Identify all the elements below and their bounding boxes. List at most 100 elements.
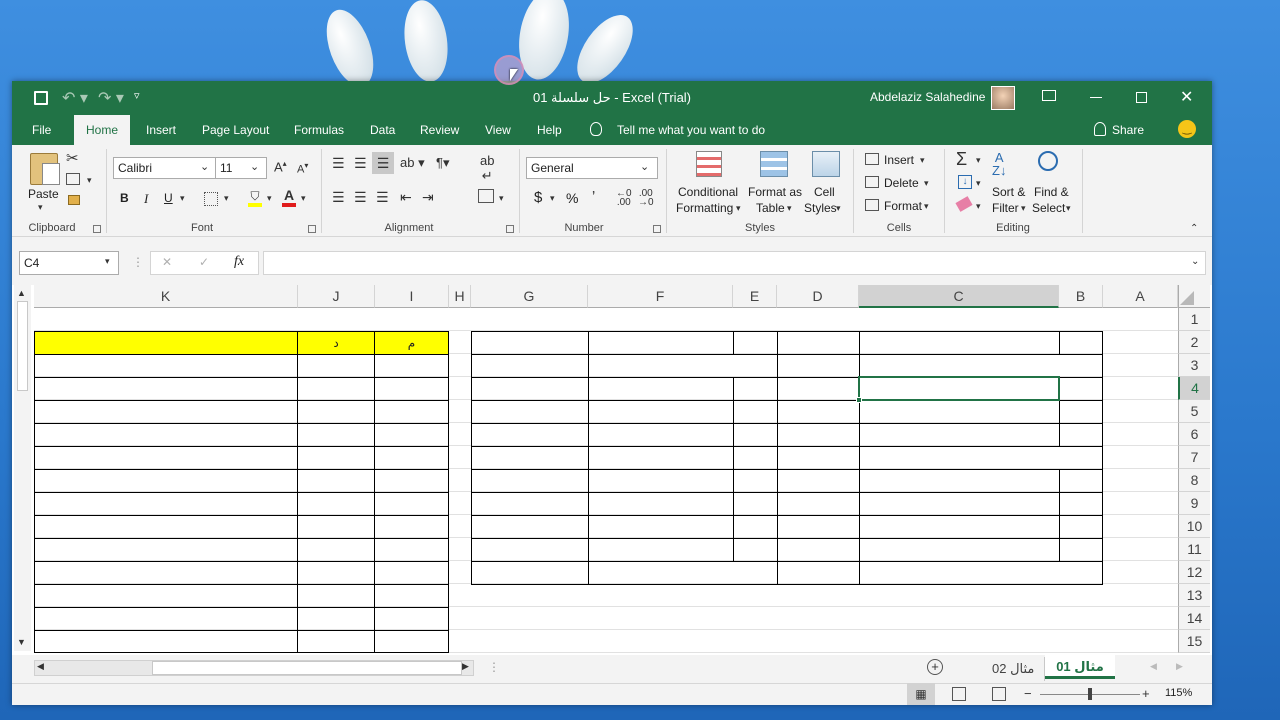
align-top-icon[interactable]: ☰ bbox=[332, 155, 345, 172]
row-header[interactable]: 12 bbox=[1178, 561, 1210, 584]
cell-i2[interactable]: م bbox=[375, 332, 448, 354]
increase-decimal-icon[interactable]: ←0.00 bbox=[616, 189, 632, 208]
column-header-k[interactable]: K bbox=[34, 285, 298, 308]
insert-dropdown-icon[interactable]: ▾ bbox=[920, 155, 925, 166]
fill-color-dropdown-icon[interactable]: ▾ bbox=[267, 193, 272, 204]
column-header-b[interactable]: B bbox=[1059, 285, 1103, 308]
tab-file[interactable]: File bbox=[32, 115, 51, 145]
find-select-dropdown-icon[interactable]: ▾ bbox=[1066, 203, 1071, 214]
font-color-dropdown-icon[interactable]: ▾ bbox=[301, 193, 306, 204]
align-middle-icon[interactable]: ☰ bbox=[354, 155, 367, 172]
maximize-icon[interactable] bbox=[1136, 92, 1147, 103]
underline-dropdown-icon[interactable]: ▾ bbox=[180, 193, 185, 204]
merge-center-icon[interactable] bbox=[478, 189, 494, 203]
expand-formula-icon[interactable]: ⌄ bbox=[1191, 256, 1199, 267]
chevron-down-icon[interactable]: ⌄ bbox=[250, 160, 259, 173]
undo-icon[interactable]: ↶ ▾ bbox=[62, 88, 88, 108]
scroll-up-icon[interactable]: ▲ bbox=[17, 288, 26, 298]
horizontal-scroll-thumb[interactable] bbox=[152, 661, 462, 675]
align-left-icon[interactable]: ☰ bbox=[332, 189, 345, 206]
share-button[interactable]: Share bbox=[1112, 115, 1144, 145]
scroll-right-icon[interactable]: ▶ bbox=[462, 661, 469, 672]
tab-formulas[interactable]: Formulas bbox=[294, 115, 344, 145]
align-right-icon[interactable]: ☰ bbox=[376, 189, 389, 206]
align-bottom-icon[interactable]: ☰ bbox=[372, 152, 394, 174]
tab-home[interactable]: Home bbox=[74, 115, 131, 145]
currency-dropdown-icon[interactable]: ▾ bbox=[550, 193, 555, 204]
normal-view-icon[interactable]: ▦ bbox=[907, 683, 935, 705]
clear-dropdown-icon[interactable]: ▾ bbox=[976, 201, 981, 212]
autosum-icon[interactable]: Σ bbox=[956, 149, 967, 170]
format-painter-icon[interactable] bbox=[68, 195, 80, 205]
font-launcher-icon[interactable] bbox=[308, 225, 316, 233]
italic-button[interactable]: I bbox=[144, 191, 148, 207]
column-header-j[interactable]: J bbox=[298, 285, 375, 308]
enter-icon[interactable]: ✓ bbox=[199, 255, 209, 269]
page-break-view-icon[interactable] bbox=[992, 687, 1006, 701]
format-as-table-label2[interactable]: Table bbox=[756, 201, 785, 215]
find-select-icon[interactable] bbox=[1038, 151, 1058, 171]
cut-icon[interactable]: ✂ bbox=[66, 149, 79, 167]
percent-button[interactable]: % bbox=[566, 190, 578, 206]
format-cells-button[interactable]: Format bbox=[884, 199, 922, 213]
currency-button[interactable]: $ bbox=[534, 189, 542, 206]
row-header[interactable]: 1 bbox=[1178, 308, 1210, 331]
bold-button[interactable]: B bbox=[120, 191, 129, 205]
zoom-slider-thumb[interactable] bbox=[1088, 688, 1092, 700]
paste-dropdown-icon[interactable]: ▾ bbox=[38, 202, 43, 213]
smiley-icon[interactable]: ‿ bbox=[1178, 120, 1196, 138]
align-center-icon[interactable]: ☰ bbox=[354, 189, 367, 206]
fill-handle[interactable] bbox=[856, 397, 862, 403]
sheet-nav-left-icon[interactable]: ◀ bbox=[1150, 661, 1157, 672]
column-header-c[interactable]: C bbox=[859, 285, 1059, 308]
decrease-decimal-icon[interactable]: .00 →0 bbox=[638, 189, 654, 208]
format-dropdown-icon[interactable]: ▾ bbox=[924, 201, 929, 212]
number-format-select[interactable]: General bbox=[526, 157, 658, 179]
paste-button[interactable]: Paste bbox=[28, 187, 59, 201]
underline-button[interactable]: U bbox=[164, 191, 173, 205]
sheet-nav-right-icon[interactable]: ▶ bbox=[1176, 661, 1183, 672]
sheet-tab-example-02[interactable]: مثال 02 bbox=[982, 657, 1046, 681]
add-sheet-icon[interactable]: + bbox=[927, 659, 943, 675]
name-box[interactable]: C4 bbox=[19, 251, 119, 275]
tab-page-layout[interactable]: Page Layout bbox=[202, 115, 269, 145]
tell-me-search[interactable]: Tell me what you want to do bbox=[617, 115, 765, 145]
conditional-formatting-icon[interactable] bbox=[696, 151, 722, 177]
row-header[interactable]: 14 bbox=[1178, 607, 1210, 630]
format-cells-icon[interactable] bbox=[865, 199, 879, 211]
save-icon[interactable] bbox=[34, 91, 48, 105]
fill-dropdown-icon[interactable]: ▾ bbox=[976, 178, 981, 189]
tab-help[interactable]: Help bbox=[537, 115, 562, 145]
sheet-tab-example-01[interactable]: مثال 01 bbox=[1045, 655, 1115, 679]
text-direction-icon[interactable]: ¶▾ bbox=[436, 155, 450, 171]
row-header[interactable]: 15 bbox=[1178, 630, 1210, 653]
cell-styles-dropdown-icon[interactable]: ▾ bbox=[836, 203, 841, 214]
row-header[interactable]: 7 bbox=[1178, 446, 1210, 469]
alignment-launcher-icon[interactable] bbox=[506, 225, 514, 233]
cell-styles-label2[interactable]: Styles bbox=[804, 201, 837, 215]
copy-dropdown-icon[interactable]: ▾ bbox=[87, 175, 92, 186]
clear-icon[interactable] bbox=[955, 196, 973, 212]
column-header-g[interactable]: G bbox=[471, 285, 588, 308]
conditional-formatting-button[interactable]: Conditional bbox=[678, 185, 738, 199]
sort-filter-dropdown-icon[interactable]: ▾ bbox=[1021, 203, 1026, 214]
delete-dropdown-icon[interactable]: ▾ bbox=[924, 178, 929, 189]
sort-filter-button[interactable]: Sort & bbox=[992, 185, 1025, 199]
row-header[interactable]: 4 bbox=[1178, 377, 1210, 400]
redo-icon[interactable]: ↷ ▾ bbox=[98, 88, 124, 108]
number-launcher-icon[interactable] bbox=[653, 225, 661, 233]
orientation-icon[interactable]: ab ▾ bbox=[400, 155, 425, 171]
scroll-left-icon[interactable]: ◀ bbox=[37, 661, 44, 672]
name-box-dropdown-icon[interactable]: ▾ bbox=[105, 256, 110, 267]
cancel-icon[interactable]: ✕ bbox=[162, 255, 172, 269]
row-header[interactable]: 5 bbox=[1178, 400, 1210, 423]
spreadsheet-grid[interactable]: ▲ ▼ K J I H G F E D C B A 1 2 3 4 5 6 7 … bbox=[12, 285, 1212, 655]
chevron-down-icon[interactable]: ⌄ bbox=[640, 160, 649, 173]
fill-color-icon[interactable]: ⛉ bbox=[248, 189, 262, 207]
cell-styles-button[interactable]: Cell bbox=[814, 185, 835, 199]
format-table-dropdown-icon[interactable]: ▾ bbox=[787, 203, 792, 214]
insert-cells-button[interactable]: Insert bbox=[884, 153, 914, 167]
comma-button[interactable]: ʼ bbox=[592, 189, 595, 206]
decrease-indent-icon[interactable]: ⇤ bbox=[400, 189, 412, 206]
close-icon[interactable]: ✕ bbox=[1180, 87, 1193, 107]
